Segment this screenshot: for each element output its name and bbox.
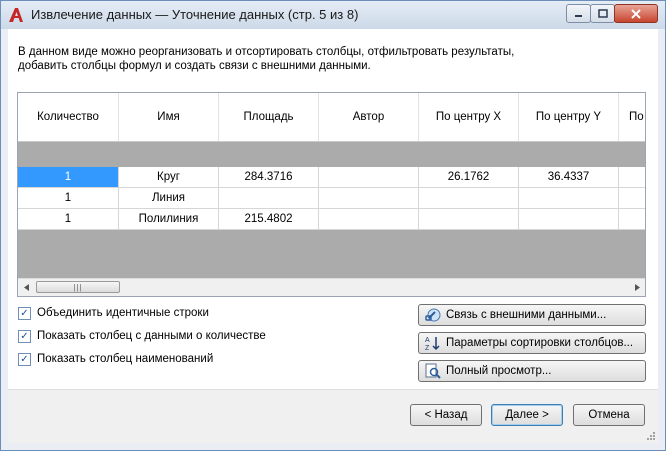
autocad-a-icon — [9, 8, 23, 22]
table-cell[interactable]: 284.3716 — [219, 167, 319, 188]
table-cell[interactable]: 26.1762 — [419, 167, 519, 188]
combine-identical-rows-label: Объединить идентичные строки — [37, 307, 209, 319]
scroll-thumb-grip: ||| — [73, 282, 83, 292]
sort-columns-label: Параметры сортировки столбцов... — [446, 337, 634, 349]
description-line-2: добавить столбцы формул и создать связи … — [18, 60, 371, 72]
column-header-area[interactable]: Площадь — [219, 93, 319, 141]
table-cell[interactable] — [419, 188, 519, 209]
table-cell[interactable] — [619, 209, 645, 230]
combine-identical-rows-checkbox[interactable]: ✓ Объединить идентичные строки — [18, 305, 209, 321]
table-cell[interactable]: 1 — [18, 188, 119, 209]
show-name-column-label: Показать столбец наименований — [37, 353, 214, 365]
horizontal-scrollbar[interactable]: ||| — [18, 278, 645, 296]
full-preview-label: Полный просмотр... — [446, 365, 552, 377]
scroll-left-arrow[interactable] — [18, 279, 35, 296]
table-cell[interactable]: 36.4337 — [519, 167, 619, 188]
table-cell[interactable] — [319, 188, 419, 209]
footer: < Назад Далее > Отмена — [8, 390, 658, 443]
sort-columns-button[interactable]: AZ Параметры сортировки столбцов... — [418, 332, 646, 354]
table-cell[interactable] — [419, 209, 519, 230]
data-grid[interactable]: Количество Имя Площадь Автор По центру X… — [17, 92, 646, 297]
scroll-right-arrow[interactable] — [628, 279, 645, 296]
cancel-button[interactable]: Отмена — [573, 404, 645, 426]
triangle-left-icon — [23, 284, 29, 291]
table-cell[interactable] — [619, 188, 645, 209]
table-cell[interactable]: 215.4802 — [219, 209, 319, 230]
checkmark-icon: ✓ — [18, 306, 31, 320]
table-cell[interactable]: Полилиния — [119, 209, 219, 230]
sort-az-icon: AZ — [425, 335, 441, 351]
window-title: Извлечение данных — Уточнение данных (ст… — [31, 7, 359, 22]
description-text: В данном виде можно реорганизовать и отс… — [18, 45, 514, 73]
table-row[interactable]: 1 Полилиния 215.4802 — [18, 209, 645, 230]
dialog-body: В данном виде можно реорганизовать и отс… — [8, 29, 658, 443]
table-cell[interactable]: Линия — [119, 188, 219, 209]
maximize-button[interactable] — [590, 4, 615, 23]
checkmark-icon: ✓ — [18, 329, 31, 343]
table-cell[interactable] — [619, 167, 645, 188]
svg-text:Z: Z — [425, 345, 430, 351]
table-cell[interactable]: 1 — [18, 167, 119, 188]
table-cell[interactable] — [219, 188, 319, 209]
preview-magnifier-icon — [425, 363, 441, 379]
column-header-author[interactable]: Автор — [319, 93, 419, 141]
full-preview-button[interactable]: Полный просмотр... — [418, 360, 646, 382]
checkmark-icon: ✓ — [18, 352, 31, 366]
svg-text:A: A — [425, 337, 430, 344]
maximize-icon — [597, 9, 608, 18]
close-icon — [631, 8, 641, 19]
next-button[interactable]: Далее > — [491, 404, 563, 426]
table-cell[interactable]: 1 — [18, 209, 119, 230]
show-count-column-label: Показать столбец с данными о количестве — [37, 330, 266, 342]
table-cell[interactable]: Круг — [119, 167, 219, 188]
column-header-partial[interactable]: По — [619, 93, 645, 141]
table-row[interactable]: 1 Круг 284.3716 26.1762 36.4337 — [18, 167, 645, 188]
table-cell[interactable] — [319, 167, 419, 188]
back-button[interactable]: < Назад — [410, 404, 482, 426]
link-icon — [425, 307, 441, 323]
show-name-column-checkbox[interactable]: ✓ Показать столбец наименований — [18, 351, 213, 367]
show-count-column-checkbox[interactable]: ✓ Показать столбец с данными о количеств… — [18, 328, 266, 344]
scroll-thumb[interactable]: ||| — [36, 281, 120, 293]
dialog-window: Извлечение данных — Уточнение данных (ст… — [0, 0, 666, 451]
title-bar[interactable]: Извлечение данных — Уточнение данных (ст… — [1, 1, 665, 29]
table-cell[interactable] — [519, 209, 619, 230]
triangle-right-icon — [634, 284, 640, 291]
column-header-center-x[interactable]: По центру X — [419, 93, 519, 141]
column-header-center-y[interactable]: По центру Y — [519, 93, 619, 141]
table-row[interactable]: 1 Линия — [18, 188, 645, 209]
column-header-quantity[interactable]: Количество — [18, 93, 119, 141]
column-header-name[interactable]: Имя — [119, 93, 219, 141]
link-external-data-button[interactable]: Связь с внешними данными... — [418, 304, 646, 326]
minimize-icon — [574, 14, 582, 17]
table-cell[interactable] — [319, 209, 419, 230]
minimize-button[interactable] — [566, 4, 591, 23]
close-button[interactable] — [614, 4, 658, 23]
table-cell[interactable] — [519, 188, 619, 209]
grid-header: Количество Имя Площадь Автор По центру X… — [18, 93, 645, 142]
resize-grip-icon[interactable] — [646, 431, 656, 441]
description-line-1: В данном виде можно реорганизовать и отс… — [18, 46, 515, 58]
link-external-data-label: Связь с внешними данными... — [446, 309, 607, 321]
